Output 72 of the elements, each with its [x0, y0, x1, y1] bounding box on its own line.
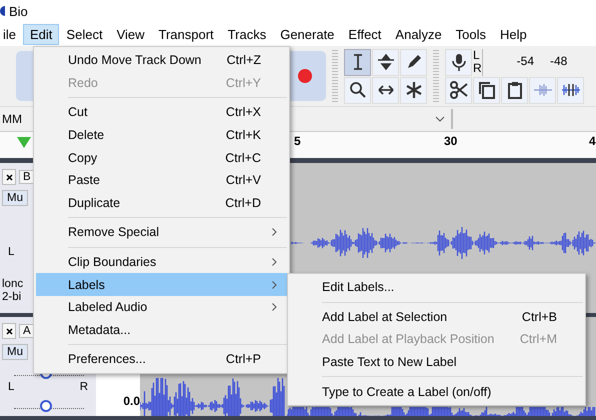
tool-button[interactable] [372, 76, 399, 104]
menu-item[interactable]: Duplicate Ctrl+D [36, 192, 287, 214]
menu-bar-item[interactable]: Edit [23, 24, 60, 44]
pan-label: L [8, 381, 14, 393]
mute-button[interactable]: Mu [2, 190, 28, 206]
copy-button[interactable] [473, 76, 500, 104]
window-title: Bio [9, 4, 28, 18]
ruler-tick-label: 4 [589, 134, 596, 148]
tool-button[interactable] [344, 76, 371, 104]
menu-item[interactable]: Undo Move Track Down Ctrl+Z [36, 49, 287, 72]
menu-item[interactable]: Remove Special [36, 221, 287, 244]
microphone-button[interactable] [445, 48, 472, 76]
menu-item[interactable]: Clip Boundaries [36, 250, 287, 274]
menu-bar-item[interactable]: Tracks [220, 24, 274, 44]
menu-bar-item[interactable]: Generate [273, 24, 342, 44]
menu-item[interactable]: Labels [36, 273, 287, 296]
menu-bar-item[interactable]: Transport [152, 24, 221, 44]
menu-item[interactable]: Edit Labels... [290, 276, 583, 299]
cut-button[interactable] [445, 76, 472, 104]
menu-item[interactable]: Labeled Audio [36, 296, 287, 319]
chevron-right-icon [272, 303, 276, 312]
amplitude-scale-label: 0.0 [123, 394, 140, 408]
menu-bar-item[interactable]: ile [0, 24, 24, 44]
record-button[interactable] [298, 69, 312, 83]
tool-button[interactable] [372, 48, 399, 76]
menu-bar-item[interactable]: Analyze [388, 24, 449, 44]
asterisk-icon [404, 80, 424, 100]
scissors-icon [448, 80, 468, 100]
menu-item[interactable]: Cut Ctrl+X [36, 101, 287, 124]
close-icon [6, 328, 12, 334]
pan-label: L [8, 246, 14, 258]
silence-button[interactable] [557, 76, 584, 104]
tool-button[interactable] [400, 48, 427, 76]
envelope-tool-icon [376, 52, 396, 72]
close-track-button[interactable] [2, 169, 16, 185]
magnifier-icon [348, 80, 368, 100]
menu-bar-item[interactable]: Select [59, 24, 110, 44]
paste-button[interactable] [501, 76, 528, 104]
close-icon [6, 174, 12, 180]
menu-item[interactable]: Paste Ctrl+V [36, 168, 287, 192]
track-info-text: lonc [2, 278, 24, 291]
chevron-right-icon [272, 228, 276, 236]
copy-icon [476, 80, 496, 100]
menu-bar-item[interactable]: View [110, 24, 152, 44]
app-icon [0, 6, 5, 16]
chevron-right-icon [272, 280, 276, 289]
slider-thumb[interactable] [40, 400, 52, 412]
close-track-button[interactable] [2, 323, 16, 339]
meter-tick-label: -48 [550, 54, 568, 68]
pan-label: R [80, 381, 88, 393]
track-info-text: 2-bi [2, 291, 22, 304]
tool-button[interactable] [400, 76, 427, 104]
menu-item[interactable]: Add Label at Selection Ctrl+B [290, 306, 583, 328]
tool-button[interactable] [344, 48, 371, 76]
ruler-tick-label: 5 [294, 134, 302, 148]
menu-item[interactable]: Type to Create a Label (on/off) [290, 380, 583, 403]
ruler-tick-label: 30 [444, 134, 458, 148]
menu-item[interactable]: Paste Text to New Label [290, 350, 583, 374]
menu-bar-item[interactable]: Effect [341, 24, 388, 44]
meter-channel-label: R [473, 62, 482, 74]
menu-bar-item[interactable]: Help [493, 24, 534, 44]
menu-item[interactable]: Delete Ctrl+K [36, 124, 287, 146]
menu-item[interactable]: Preferences... Ctrl+P [36, 348, 287, 371]
menu-item[interactable]: Copy Ctrl+C [36, 146, 287, 169]
chevron-down-icon [435, 116, 445, 122]
mute-button[interactable]: Mu [2, 344, 28, 360]
menu-item[interactable]: Metadata... [36, 318, 287, 342]
meter-channel-label: L [473, 48, 481, 62]
menu-bar-item[interactable]: Tools [448, 24, 494, 44]
chevron-right-icon [272, 258, 276, 266]
pan-slider[interactable] [14, 398, 84, 409]
meter-tick-label: -54 [516, 54, 534, 68]
